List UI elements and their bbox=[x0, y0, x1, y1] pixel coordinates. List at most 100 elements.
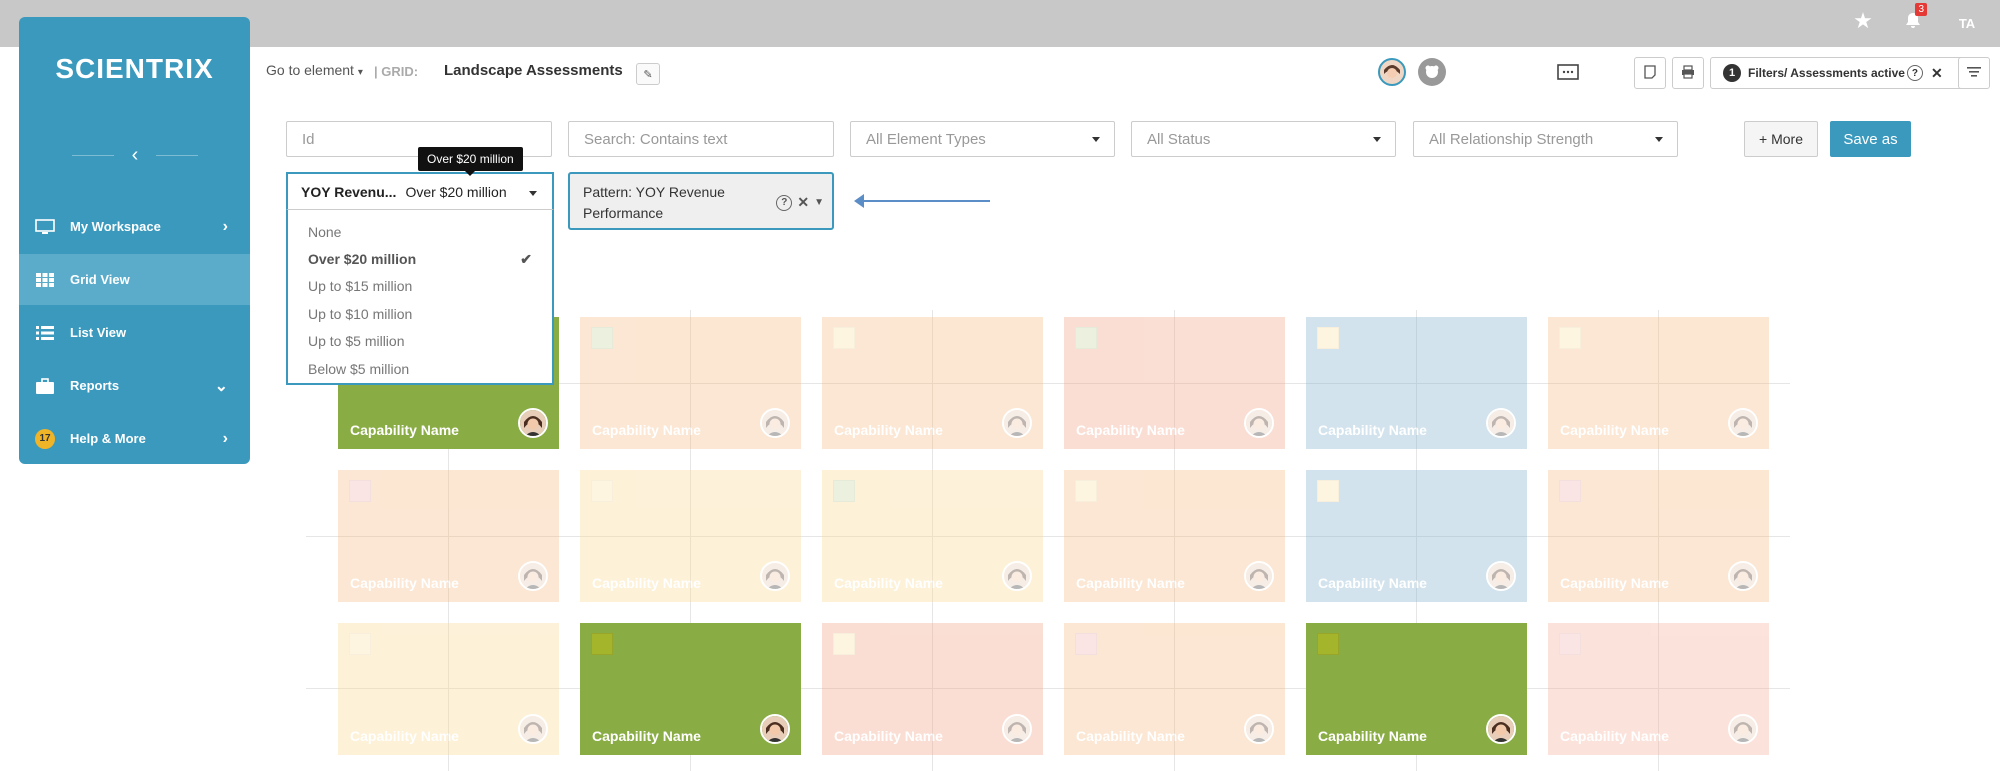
owner-avatar[interactable] bbox=[1486, 408, 1516, 438]
status-square bbox=[1317, 327, 1339, 349]
capability-name: Capability Name bbox=[1076, 422, 1185, 438]
relationship-strength-select[interactable]: All Relationship Strength bbox=[1413, 121, 1678, 157]
yoy-filter-value: Over $20 million bbox=[405, 184, 507, 200]
chevron-right-icon: › bbox=[222, 217, 228, 235]
user-avatar[interactable] bbox=[1378, 58, 1406, 86]
comment-button[interactable] bbox=[1550, 57, 1586, 89]
owner-avatar[interactable] bbox=[760, 408, 790, 438]
filters-active-indicator[interactable]: 1 Filters/ Assessments active ? ✕ bbox=[1710, 57, 1964, 89]
owner-avatar[interactable] bbox=[1728, 714, 1758, 744]
owner-avatar[interactable] bbox=[1728, 561, 1758, 591]
sidebar-item-list-view[interactable]: List View bbox=[19, 307, 250, 358]
chevron-down-icon: ⌄ bbox=[214, 377, 228, 395]
capability-card[interactable]: Capability Name bbox=[1306, 470, 1527, 602]
filters-label: Filters/ Assessments active bbox=[1748, 66, 1905, 80]
owner-avatar[interactable] bbox=[518, 714, 548, 744]
pencil-icon: ✎ bbox=[643, 68, 653, 81]
yoy-revenue-filter[interactable]: YOY Revenu... Over $20 million bbox=[286, 172, 554, 210]
pattern-filter[interactable]: Pattern: YOY Revenue Performance ? ✕ ▼ bbox=[568, 172, 834, 230]
capability-name: Capability Name bbox=[834, 575, 943, 591]
search-input[interactable]: Search: Contains text bbox=[568, 121, 834, 157]
save-as-button[interactable]: Save as bbox=[1830, 121, 1911, 157]
goto-element-dropdown[interactable]: Go to element ▾ bbox=[266, 62, 363, 78]
capability-card[interactable]: Capability Name bbox=[1306, 317, 1527, 449]
owner-avatar[interactable] bbox=[518, 561, 548, 591]
owner-avatar[interactable] bbox=[1486, 561, 1516, 591]
owner-avatar[interactable] bbox=[1244, 408, 1274, 438]
top-bar: ★ 3 TA bbox=[0, 0, 2000, 47]
pattern-filter-label: Pattern: YOY Revenue Performance bbox=[583, 184, 725, 221]
sidebar-item-reports[interactable]: Reports ⌄ bbox=[19, 360, 250, 411]
capability-card[interactable]: Capability Name bbox=[580, 623, 801, 755]
close-icon[interactable]: ✕ bbox=[1931, 65, 1943, 82]
grid-prefix: | GRID: bbox=[374, 64, 419, 79]
help-icon[interactable]: ? bbox=[776, 194, 793, 211]
group-avatar[interactable] bbox=[1418, 58, 1446, 86]
sidebar-item-label: My Workspace bbox=[70, 219, 161, 234]
sidebar-item-help-more[interactable]: 17 Help & More › bbox=[19, 413, 250, 464]
filters-count: 1 bbox=[1723, 64, 1741, 82]
caret-down-icon bbox=[529, 191, 537, 196]
edit-title-button[interactable]: ✎ bbox=[636, 63, 660, 85]
owner-avatar[interactable] bbox=[1244, 714, 1274, 744]
caret-down-icon[interactable]: ▼ bbox=[814, 192, 824, 213]
capability-card[interactable]: Capability Name bbox=[1306, 623, 1527, 755]
capability-card[interactable]: Capability Name bbox=[1548, 623, 1769, 755]
sidebar-item-label: Reports bbox=[70, 378, 120, 393]
status-square bbox=[833, 633, 855, 655]
dropdown-option[interactable]: None bbox=[288, 218, 552, 245]
element-types-select[interactable]: All Element Types bbox=[850, 121, 1115, 157]
status-select[interactable]: All Status bbox=[1131, 121, 1396, 157]
owner-avatar[interactable] bbox=[1244, 561, 1274, 591]
capability-card[interactable]: Capability Name bbox=[1064, 623, 1285, 755]
capability-card[interactable]: Capability Name bbox=[338, 470, 559, 602]
capability-name: Capability Name bbox=[592, 575, 701, 591]
status-square bbox=[591, 480, 613, 502]
owner-avatar[interactable] bbox=[518, 408, 548, 438]
print-button[interactable] bbox=[1672, 57, 1704, 89]
capability-card[interactable]: Capability Name bbox=[338, 623, 559, 755]
owner-avatar[interactable] bbox=[760, 561, 790, 591]
owner-avatar[interactable] bbox=[1002, 408, 1032, 438]
capability-card[interactable]: Capability Name bbox=[1548, 317, 1769, 449]
capability-card[interactable]: Capability Name bbox=[822, 317, 1043, 449]
owner-avatar[interactable] bbox=[760, 714, 790, 744]
capability-card[interactable]: Capability Name bbox=[580, 317, 801, 449]
dropdown-option-selected[interactable]: Over $20 million ✔ bbox=[288, 245, 552, 272]
capability-name: Capability Name bbox=[834, 728, 943, 744]
print-icon bbox=[1681, 64, 1695, 82]
dropdown-option[interactable]: Up to $10 million bbox=[288, 300, 552, 327]
star-icon[interactable]: ★ bbox=[1848, 6, 1878, 36]
capability-card[interactable]: Capability Name bbox=[1064, 470, 1285, 602]
capability-card[interactable]: Capability Name bbox=[1064, 317, 1285, 449]
sidebar-item-grid-view[interactable]: Grid View bbox=[19, 254, 250, 305]
capability-name: Capability Name bbox=[1076, 728, 1185, 744]
bell-icon[interactable]: 3 bbox=[1898, 3, 1928, 36]
close-icon[interactable]: ✕ bbox=[797, 192, 809, 213]
sidebar-item-my-workspace[interactable]: My Workspace › bbox=[19, 201, 250, 252]
capability-name: Capability Name bbox=[834, 422, 943, 438]
user-avatar[interactable]: TA bbox=[1952, 8, 1982, 38]
owner-avatar[interactable] bbox=[1002, 714, 1032, 744]
chevron-right-icon: › bbox=[222, 429, 228, 447]
dropdown-option[interactable]: Up to $15 million bbox=[288, 273, 552, 300]
capability-card[interactable]: Capability Name bbox=[822, 470, 1043, 602]
dropdown-option[interactable]: Below $5 million bbox=[288, 355, 552, 382]
capability-card[interactable]: Capability Name bbox=[1548, 470, 1769, 602]
note-button[interactable] bbox=[1634, 57, 1666, 89]
sidebar-collapse-toggle[interactable]: ‹ bbox=[72, 145, 198, 165]
sidebar: SCIENTRIX ‹ My Workspace › Grid View Lis… bbox=[19, 17, 250, 464]
help-icon[interactable]: ? bbox=[1906, 65, 1923, 81]
owner-avatar[interactable] bbox=[1486, 714, 1516, 744]
grid-icon bbox=[34, 271, 56, 289]
owner-avatar[interactable] bbox=[1728, 408, 1758, 438]
status-square bbox=[1559, 327, 1581, 349]
status-square bbox=[1075, 633, 1097, 655]
owner-avatar[interactable] bbox=[1002, 561, 1032, 591]
more-filters-button[interactable]: + More bbox=[1744, 121, 1818, 157]
settings-button[interactable] bbox=[1958, 57, 1990, 89]
status-square bbox=[349, 633, 371, 655]
capability-card[interactable]: Capability Name bbox=[822, 623, 1043, 755]
dropdown-option[interactable]: Up to $5 million bbox=[288, 328, 552, 355]
capability-card[interactable]: Capability Name bbox=[580, 470, 801, 602]
